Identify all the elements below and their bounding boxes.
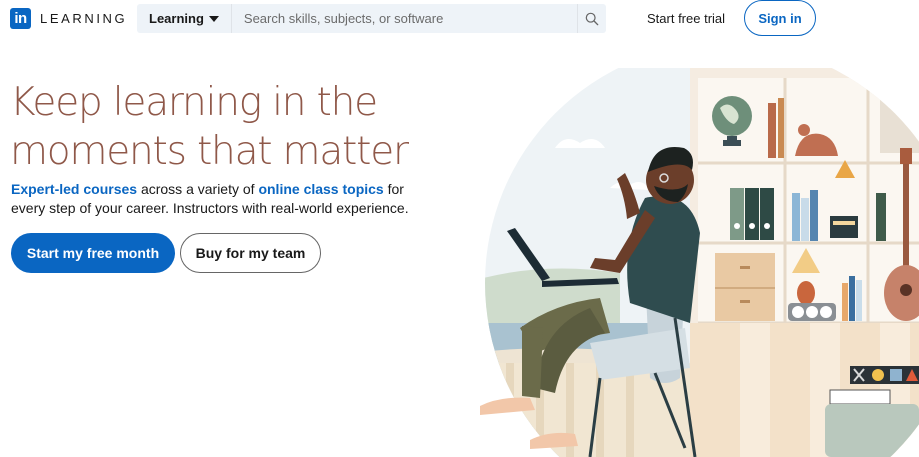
logo-text: LEARNING [40, 11, 128, 26]
subtitle-text-1: across a variety of [137, 181, 259, 197]
hero-illustration [480, 68, 919, 457]
search-icon [585, 12, 599, 25]
search-category-label: Learning [149, 11, 204, 26]
search-button[interactable] [577, 4, 606, 33]
linkedin-logo-icon: in [10, 8, 31, 29]
linkedin-learning-logo[interactable]: in LEARNING [10, 8, 127, 29]
headline-line-2: moments that matter [10, 129, 409, 174]
page-title: Keep learning in the moments that matter [10, 78, 430, 176]
search-input[interactable] [231, 4, 577, 33]
start-free-month-button[interactable]: Start my free month [11, 233, 175, 273]
caret-down-icon [208, 15, 219, 22]
top-nav: in LEARNING Learning Start free trial Si… [0, 0, 919, 36]
headline-line-1: Keep learning in the [10, 80, 378, 125]
search-bar: Learning [137, 4, 606, 33]
search-category-dropdown[interactable]: Learning [137, 4, 232, 33]
start-free-trial-link[interactable]: Start free trial [647, 11, 725, 26]
online-class-topics-link[interactable]: online class topics [258, 181, 383, 197]
hero-subtitle: Expert-led courses across a variety of o… [11, 180, 431, 218]
expert-led-courses-link[interactable]: Expert-led courses [11, 181, 137, 197]
buy-for-team-button[interactable]: Buy for my team [180, 233, 321, 273]
sign-in-button[interactable]: Sign in [744, 0, 816, 36]
